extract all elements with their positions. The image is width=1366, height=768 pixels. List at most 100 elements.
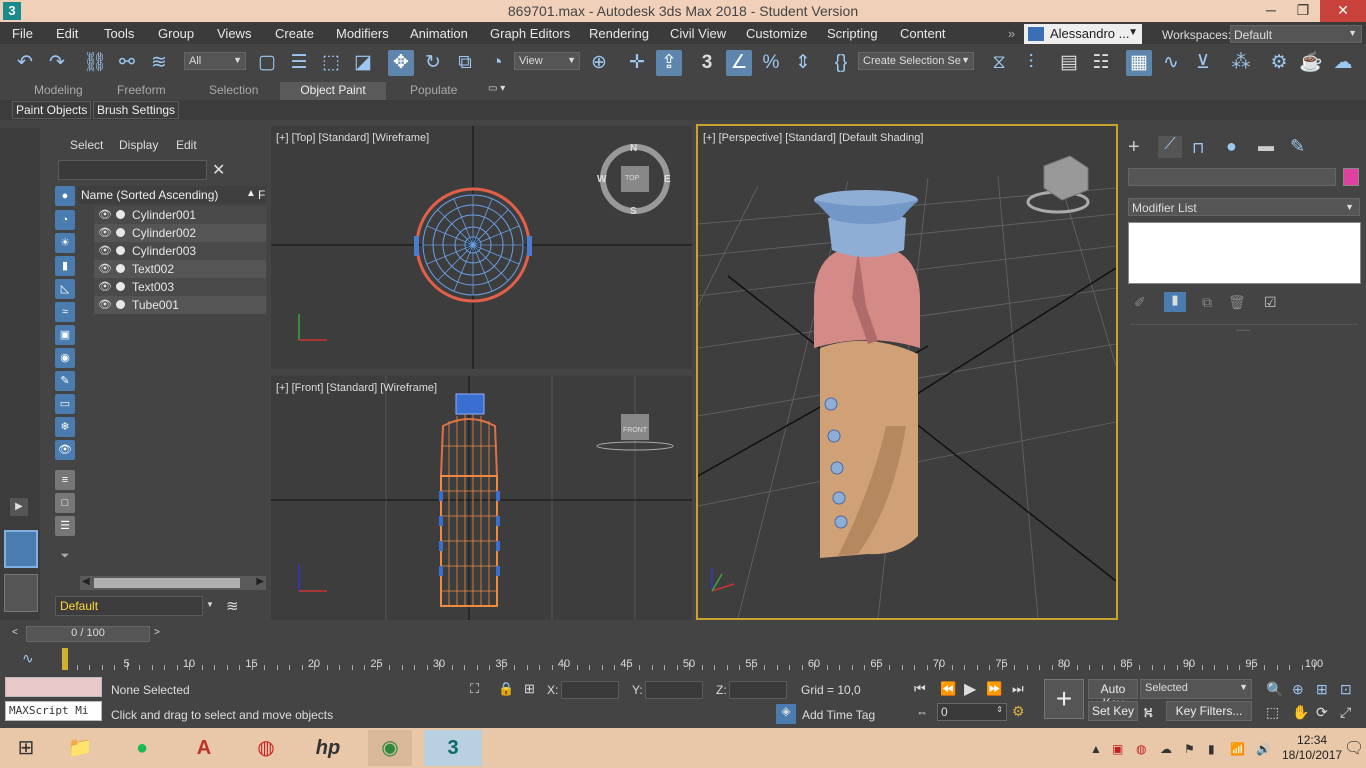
edit-named-selection-icon[interactable]: {} bbox=[828, 50, 854, 76]
show-end-result-icon[interactable]: ▮ bbox=[1164, 292, 1186, 312]
workspace-dropdown[interactable]: Default ▼ bbox=[1230, 25, 1362, 43]
go-to-start-icon[interactable]: ⏮ bbox=[914, 681, 926, 697]
set-key-button[interactable]: Set Key bbox=[1088, 701, 1138, 721]
isolate-selection-icon[interactable]: ⛶ bbox=[470, 681, 479, 697]
orbit-icon[interactable]: ⟳ bbox=[1316, 704, 1328, 721]
create-tab-icon[interactable]: + bbox=[1128, 136, 1140, 159]
zoom-all-icon[interactable]: ⊕ bbox=[1292, 681, 1304, 698]
menu-views[interactable]: Views bbox=[217, 26, 251, 41]
layer-explorer-icon[interactable]: ☷ bbox=[1088, 50, 1114, 76]
display-shapes-icon[interactable]: ◔ bbox=[55, 210, 75, 230]
viewport-top[interactable]: [+] [Top] [Standard] [Wireframe] N S E W… bbox=[271, 126, 692, 369]
menu-content[interactable]: Content bbox=[900, 26, 946, 41]
select-and-rotate-icon[interactable]: ↻ bbox=[420, 50, 446, 76]
viewport-layout-4-icon[interactable] bbox=[4, 530, 38, 568]
rendered-frame-window-icon[interactable]: ☕ bbox=[1298, 50, 1324, 76]
play-icon[interactable]: ▶ bbox=[964, 679, 976, 699]
modifier-list-dropdown[interactable]: Modifier List ▼ bbox=[1128, 198, 1360, 216]
select-and-move-icon[interactable]: ✥ bbox=[388, 50, 414, 76]
eye-icon[interactable]: 👁 bbox=[98, 208, 112, 221]
scroll-right-icon[interactable]: ▶ bbox=[256, 576, 264, 587]
se-column-header[interactable]: Name (Sorted Ascending) ▲ F bbox=[78, 186, 266, 204]
tray-chevron-icon[interactable]: ▲ bbox=[1090, 742, 1102, 756]
render-production-icon[interactable]: ☁ bbox=[1330, 50, 1356, 76]
previous-frame-icon[interactable]: ⏪ bbox=[940, 681, 956, 697]
time-configuration-icon[interactable]: ⚙ bbox=[1012, 703, 1025, 720]
go-to-end-icon[interactable]: ⏭ bbox=[1012, 681, 1024, 697]
auto-key-button[interactable]: Auto Key bbox=[1088, 679, 1138, 710]
viewport-label[interactable]: [+] [Front] [Standard] [Wireframe] bbox=[276, 382, 437, 394]
key-set-dropdown[interactable]: Selected ▼ bbox=[1140, 679, 1252, 699]
file-explorer-icon[interactable]: 📁 bbox=[58, 730, 102, 766]
link-icon[interactable]: ⛓ bbox=[82, 50, 108, 76]
set-key-icon[interactable]: + bbox=[1044, 679, 1084, 719]
brush-settings-button[interactable]: Brush Settings bbox=[93, 101, 180, 119]
pivot-center-icon[interactable]: ⊕ bbox=[586, 50, 612, 76]
tab-modeling[interactable]: Modeling bbox=[34, 83, 83, 97]
creative-cloud-icon[interactable]: ◍ bbox=[244, 730, 288, 766]
tab-selection[interactable]: Selection bbox=[209, 83, 258, 97]
key-filter-icon[interactable]: ⛕ bbox=[1143, 704, 1153, 723]
display-none-icon[interactable]: □ bbox=[55, 493, 75, 513]
menu-rendering[interactable]: Rendering bbox=[589, 26, 649, 41]
list-item[interactable]: 👁 Cylinder001 bbox=[94, 206, 266, 224]
percent-snap-icon[interactable]: % bbox=[758, 50, 784, 76]
chrome-icon[interactable]: ◉ bbox=[368, 730, 412, 766]
windows-start-icon[interactable]: ⊞ bbox=[4, 730, 48, 766]
snaps-toggle-icon[interactable]: 3 bbox=[694, 50, 720, 76]
list-item[interactable]: 👁 Text003 bbox=[94, 278, 266, 296]
maxscript-mini-listener[interactable]: MAXScript Mi bbox=[5, 701, 102, 721]
selection-filter-dropdown[interactable]: All ▼ bbox=[184, 52, 246, 70]
chevron-down-icon[interactable]: ▼ bbox=[206, 600, 214, 609]
material-editor-icon[interactable]: ⁂ bbox=[1228, 50, 1254, 76]
layer-dropdown[interactable]: Default bbox=[55, 596, 203, 616]
ribbon-options-icon[interactable]: ▭ ▾ bbox=[488, 83, 505, 94]
rollout-grip-icon[interactable]: ┈┈┈ bbox=[1236, 326, 1250, 335]
object-color-swatch[interactable] bbox=[1343, 168, 1359, 186]
manipulate-icon[interactable]: ✛ bbox=[624, 50, 650, 76]
hp-icon[interactable]: hp bbox=[306, 730, 350, 766]
eye-icon[interactable]: 👁 bbox=[98, 280, 112, 293]
tray-app-icon[interactable]: ▣ bbox=[1112, 742, 1123, 756]
action-center-icon[interactable]: 🗨 bbox=[1344, 738, 1364, 758]
display-lights-icon[interactable]: ☀ bbox=[55, 233, 75, 253]
zoom-extents-icon[interactable]: ⊞ bbox=[1316, 681, 1328, 698]
viewport-label[interactable]: [+] [Top] [Standard] [Wireframe] bbox=[276, 132, 429, 144]
list-item[interactable]: 👁 Text002 bbox=[94, 260, 266, 278]
menu-tools[interactable]: Tools bbox=[104, 26, 134, 41]
select-by-name-icon[interactable]: ☰ bbox=[286, 50, 312, 76]
rectangular-selection-icon[interactable]: ⬚ bbox=[318, 50, 344, 76]
eye-icon[interactable]: 👁 bbox=[98, 244, 112, 257]
3dsmax-taskbar-icon[interactable]: 3 bbox=[424, 730, 482, 766]
prev-frame-arrow-icon[interactable]: < bbox=[12, 627, 18, 638]
list-item[interactable]: 👁 Cylinder002 bbox=[94, 224, 266, 242]
schematic-view-icon[interactable]: ⊻ bbox=[1190, 50, 1216, 76]
reference-coordinate-dropdown[interactable]: View ▼ bbox=[514, 52, 580, 70]
tab-freeform[interactable]: Freeform bbox=[117, 83, 166, 97]
display-tab-icon[interactable]: ▬ bbox=[1258, 138, 1274, 156]
bind-space-warp-icon[interactable]: ≋ bbox=[146, 50, 172, 76]
se-tab-select[interactable]: Select bbox=[70, 138, 103, 152]
modifier-stack[interactable] bbox=[1128, 222, 1361, 284]
field-of-view-icon[interactable]: ⬚ bbox=[1266, 704, 1279, 721]
time-slider[interactable]: 0 / 100 bbox=[26, 626, 150, 642]
display-groups-icon[interactable]: ▣ bbox=[55, 325, 75, 345]
display-all-icon[interactable]: ≡ bbox=[55, 470, 75, 490]
key-mode-toggle-icon[interactable]: ⇔ bbox=[916, 705, 928, 719]
display-invert-icon[interactable]: ☰ bbox=[55, 516, 75, 536]
user-account[interactable]: Alessandro ... ▼ bbox=[1024, 24, 1142, 44]
scroll-left-icon[interactable]: ◀ bbox=[82, 576, 90, 587]
track-bar[interactable]: 5 10 15 20 25 30 35 40 45 50 55 60 65 70 75 80 85 90 95 100 bbox=[60, 648, 1323, 670]
minimize-icon[interactable]: ─ bbox=[1256, 0, 1286, 22]
menu-edit[interactable]: Edit bbox=[56, 26, 78, 41]
se-tab-edit[interactable]: Edit bbox=[176, 138, 197, 152]
tray-clock[interactable]: 12:34 18/10/2017 bbox=[1282, 733, 1342, 763]
spotify-icon[interactable]: ● bbox=[120, 730, 164, 766]
tray-volume-icon[interactable]: 🔊 bbox=[1256, 742, 1271, 756]
list-item[interactable]: 👁 Tube001 bbox=[94, 296, 266, 314]
align-icon[interactable]: ⫶ bbox=[1018, 50, 1044, 76]
menu-animation[interactable]: Animation bbox=[410, 26, 468, 41]
viewport-front[interactable]: [+] [Front] [Standard] [Wireframe] FRONT bbox=[271, 376, 692, 620]
menu-civil-view[interactable]: Civil View bbox=[670, 26, 726, 41]
undo-icon[interactable]: ↶ bbox=[12, 50, 38, 76]
